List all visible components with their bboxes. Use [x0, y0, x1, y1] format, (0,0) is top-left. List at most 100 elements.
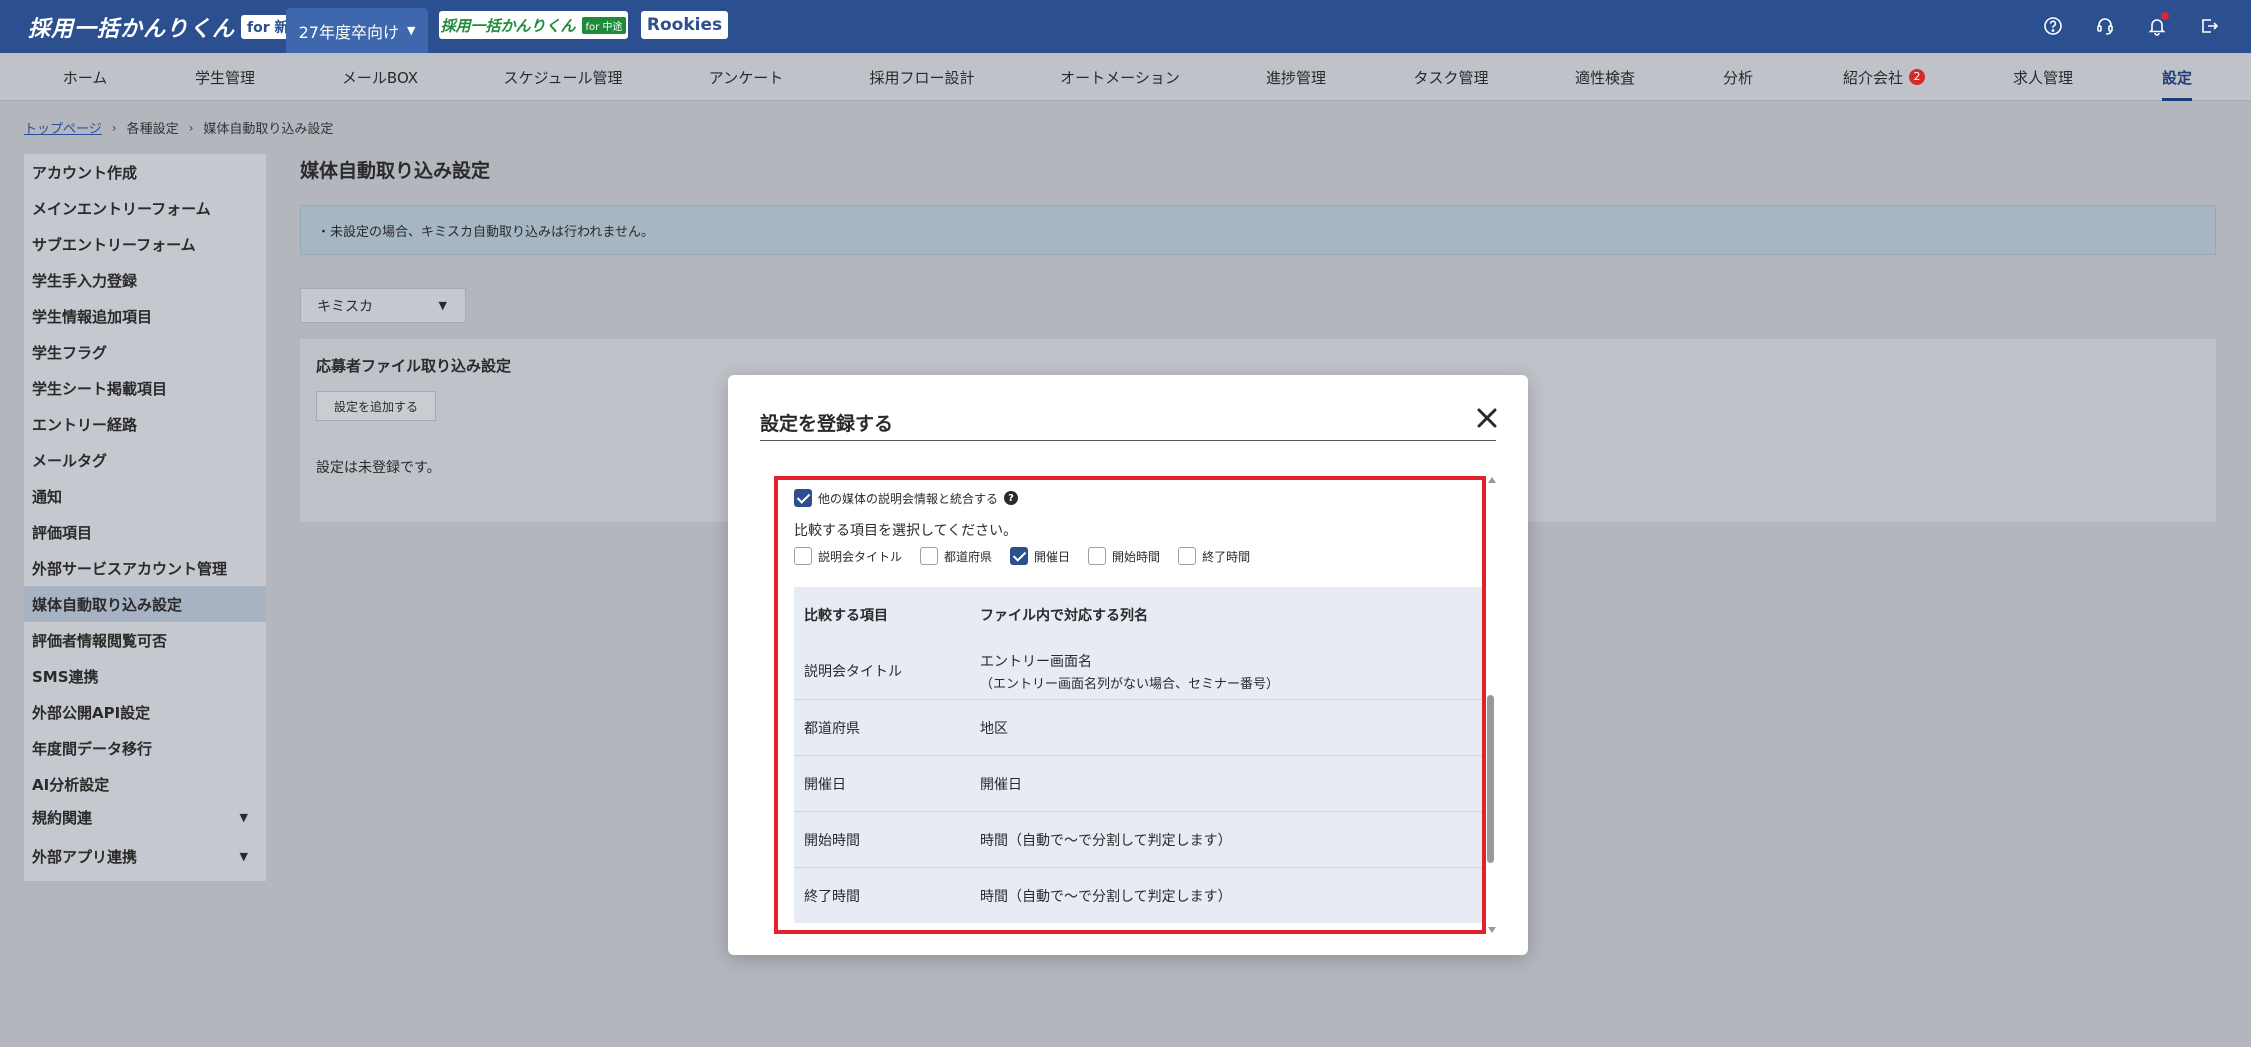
table-row: 終了時間 時間（自動で〜で分割して判定します） [794, 867, 1486, 923]
sidebar-item-public-api[interactable]: 外部公開API設定 [24, 694, 266, 730]
nav-survey[interactable]: アンケート [709, 53, 783, 101]
row-column: 時間（自動で〜で分割して判定します） [980, 888, 1232, 905]
table-row: 説明会タイトル エントリー画面名 （エントリー画面名列がない場合、セミナー番号） [794, 643, 1486, 699]
sidebar-item-external-accounts[interactable]: 外部サービスアカウント管理 [24, 550, 266, 586]
support-icon[interactable] [2093, 14, 2117, 38]
table-row: 開始時間 時間（自動で〜で分割して判定します） [794, 811, 1486, 867]
card-title: 応募者ファイル取り込み設定 [316, 357, 512, 375]
sidebar-item-main-entry-form[interactable]: メインエントリーフォーム [24, 190, 266, 226]
nav-schedule[interactable]: スケジュール管理 [504, 53, 623, 101]
sidebar-item-student-flags[interactable]: 学生フラグ [24, 334, 266, 370]
modal-title: 設定を登録する [760, 413, 894, 435]
nav-analytics[interactable]: 分析 [1723, 53, 1753, 101]
media-select-value: キミスカ [317, 298, 373, 315]
sidebar-item-sheet-items[interactable]: 学生シート掲載項目 [24, 370, 266, 406]
logo[interactable]: 採用一括かんりくん for 新卒 [28, 0, 309, 53]
sidebar-item-media-import[interactable]: 媒体自動取り込み設定 [24, 586, 266, 622]
year-select[interactable]: 27年度卒向け ▼ [286, 8, 428, 53]
option-label: 開始時間 [1112, 549, 1161, 564]
option-date[interactable]: 開催日 [1010, 547, 1070, 565]
scroll-up-arrow-icon[interactable] [1488, 477, 1496, 483]
sidebar-item-data-migration[interactable]: 年度間データ移行 [24, 730, 266, 766]
sidebar-item-external-apps-label: 外部アプリ連携 [32, 847, 138, 866]
option-label: 開催日 [1034, 549, 1071, 564]
media-select[interactable]: キミスカ ▼ [300, 288, 466, 323]
sidebar-item-evaluator-visibility[interactable]: 評価者情報閲覧可否 [24, 622, 266, 658]
nav-flow-design[interactable]: 採用フロー設計 [869, 53, 974, 101]
chevron-right-icon: › [188, 120, 194, 135]
sidebar-item-sub-entry-form[interactable]: サブエントリーフォーム [24, 226, 266, 262]
compare-options: 説明会タイトル 都道府県 開催日 開始時間 終了時間 [794, 547, 1250, 565]
chevron-down-icon: ▼ [239, 810, 248, 824]
breadcrumb-settings: 各種設定 [126, 122, 179, 137]
row-item: 都道府県 [804, 720, 860, 737]
year-select-label: 27年度卒向け [298, 22, 399, 42]
nav-tasks[interactable]: タスク管理 [1413, 53, 1488, 101]
sidebar-item-notifications[interactable]: 通知 [24, 478, 266, 514]
checkbox[interactable] [1010, 547, 1029, 565]
sidebar-item-manual-register[interactable]: 学生手入力登録 [24, 262, 266, 298]
empty-state-text: 設定は未登録です。 [316, 460, 441, 476]
option-start-time[interactable]: 開始時間 [1088, 547, 1160, 565]
nav-home[interactable]: ホーム [63, 53, 108, 101]
info-notice: ・未設定の場合、キミスカ自動取り込みは行われません。 [300, 205, 2216, 255]
sidebar-item-terms[interactable]: 規約関連 ▼ [24, 799, 266, 835]
add-setting-button[interactable]: 設定を追加する [316, 391, 436, 421]
nav-settings[interactable]: 設定 [2161, 53, 2193, 101]
sidebar-item-account[interactable]: アカウント作成 [24, 154, 266, 190]
compare-prompt: 比較する項目を選択してください。 [794, 523, 1018, 539]
nav-mailbox[interactable]: メールBOX [342, 53, 418, 101]
question-icon[interactable]: ? [1004, 491, 1019, 505]
nav-agencies[interactable]: 紹介会社 2 [1843, 53, 1926, 101]
scroll-down-arrow-icon[interactable] [1488, 927, 1496, 933]
checkbox[interactable] [1178, 547, 1197, 565]
option-prefecture[interactable]: 都道府県 [920, 547, 992, 565]
rookies-product-tab[interactable]: Rookies [641, 11, 728, 39]
logo-text: 採用一括かんりくん [28, 16, 236, 42]
row-item: 説明会タイトル [804, 664, 902, 680]
merge-checkbox[interactable] [794, 489, 812, 507]
help-icon[interactable] [2041, 14, 2065, 38]
sidebar-item-ai-analysis[interactable]: AI分析設定 [24, 766, 266, 802]
modal-divider [760, 440, 1496, 441]
nav-progress[interactable]: 進捗管理 [1266, 53, 1326, 101]
breadcrumb-top-link[interactable]: トップページ [24, 118, 102, 137]
table-row: 開催日 開催日 [794, 755, 1486, 811]
checkbox[interactable] [920, 547, 939, 565]
option-seminar-title[interactable]: 説明会タイトル [794, 547, 902, 565]
chevron-down-icon: ▼ [239, 849, 248, 863]
row-item: 開始時間 [804, 832, 860, 849]
header-file-column: ファイル内で対応する列名 [980, 608, 1148, 624]
sidebar-item-mail-tags[interactable]: メールタグ [24, 442, 266, 478]
checkbox[interactable] [794, 547, 812, 565]
nav-students[interactable]: 学生管理 [195, 53, 255, 101]
modal-scroll-content[interactable]: 他の媒体の説明会情報と統合する ? 比較する項目を選択してください。 説明会タイ… [778, 477, 1486, 933]
global-nav: ホーム 学生管理 メールBOX スケジュール管理 アンケート 採用フロー設計 オ… [0, 53, 2251, 101]
sidebar-item-external-apps[interactable]: 外部アプリ連携 ▼ [24, 838, 266, 874]
chevron-right-icon: › [111, 120, 117, 135]
sidebar-item-sms[interactable]: SMS連携 [24, 658, 266, 694]
row-column-main: エントリー画面名 [980, 653, 1092, 670]
checkbox[interactable] [1088, 547, 1107, 565]
header-compare-item: 比較する項目 [804, 608, 888, 624]
merge-option[interactable]: 他の媒体の説明会情報と統合する ? [794, 489, 1019, 507]
sidebar-item-extra-fields[interactable]: 学生情報追加項目 [24, 298, 266, 334]
option-end-time[interactable]: 終了時間 [1178, 547, 1250, 565]
modal-scrollbar[interactable] [1486, 477, 1496, 933]
chuto-product-tab[interactable]: 採用一括かんりくん for 中途 [439, 11, 628, 39]
nav-automation[interactable]: オートメーション [1060, 53, 1180, 101]
bell-icon[interactable] [2145, 12, 2169, 38]
nav-aptitude[interactable]: 適性検査 [1575, 53, 1635, 101]
sidebar-item-entry-routes[interactable]: エントリー経路 [24, 406, 266, 442]
nav-jobs[interactable]: 求人管理 [2013, 53, 2073, 101]
breadcrumb-current: 媒体自動取り込み設定 [203, 122, 334, 137]
column-mapping-table: 比較する項目 ファイル内で対応する列名 説明会タイトル エントリー画面名 （エン… [794, 587, 1486, 923]
sidebar-item-evaluation[interactable]: 評価項目 [24, 514, 266, 550]
close-icon[interactable] [1474, 405, 1500, 431]
scroll-thumb[interactable] [1487, 695, 1494, 863]
option-label: 終了時間 [1202, 549, 1251, 564]
row-column: 時間（自動で〜で分割して判定します） [980, 832, 1232, 849]
table-header: 比較する項目 ファイル内で対応する列名 [794, 587, 1486, 643]
register-setting-modal: 設定を登録する 他の媒体の説明会情報と統合する ? 比較する項目を選択してくださ… [728, 375, 1528, 955]
logout-icon[interactable] [2197, 14, 2221, 38]
